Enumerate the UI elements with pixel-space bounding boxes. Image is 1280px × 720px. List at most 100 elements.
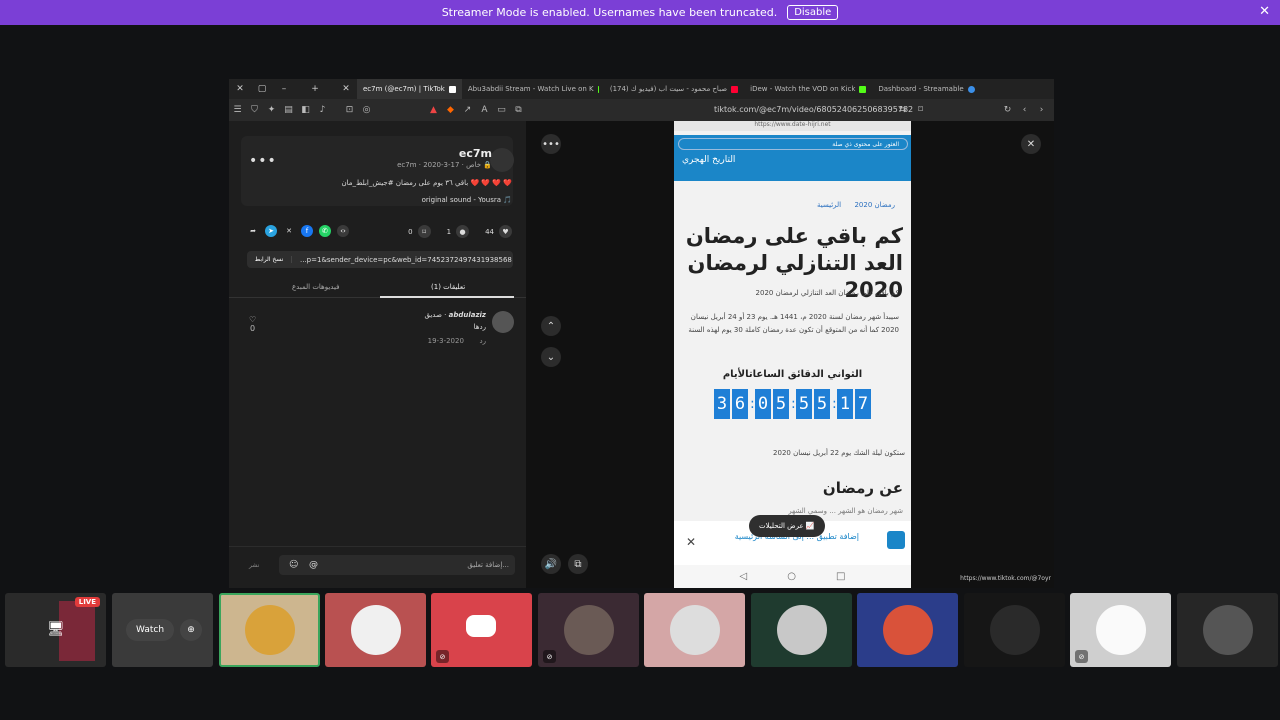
browser-toolbar: ☰ ⛉ ✦ ▤ ◧ ♪ ⊡ ◎ ▲ ◆ ↗ A ▭ ⧉ tiktok.com/@… xyxy=(229,99,1054,121)
participant-avatar xyxy=(563,605,614,655)
comment-tabs: فيديوهات المبدع تعليقات (1) xyxy=(229,281,526,298)
comment-placeholder: إضافة تعليق... xyxy=(467,561,509,569)
prev-video-icon[interactable]: ⌃ xyxy=(541,316,561,336)
window-maximize-icon[interactable]: ▢ xyxy=(251,84,273,94)
video-more-icon[interactable]: ••• xyxy=(541,134,561,154)
back-icon[interactable]: ‹ xyxy=(1016,105,1033,115)
translate-icon[interactable]: A xyxy=(476,105,493,115)
tab-creator-videos[interactable]: فيديوهات المبدع xyxy=(292,283,339,291)
window-close-icon[interactable]: ✕ xyxy=(229,84,251,94)
more-options-icon[interactable]: ••• xyxy=(249,153,277,169)
menu-icon[interactable]: ☰ xyxy=(229,105,246,115)
tiktok-profile-link: https://www.tiktok.com/@7oyr xyxy=(960,575,1051,582)
author-avatar[interactable] xyxy=(490,148,514,172)
tiktok-icon xyxy=(448,85,456,93)
copy-link-button[interactable]: نسخ الرابط xyxy=(247,256,292,263)
watch-tile[interactable]: Watch ⊕ xyxy=(112,593,213,667)
extension-icon[interactable]: ✦ xyxy=(263,105,280,115)
view-analytics-button[interactable]: عرض التحليلات 📈 xyxy=(749,515,825,537)
youtube-icon xyxy=(731,85,739,93)
facebook-icon[interactable]: f xyxy=(301,225,313,237)
tab-comments[interactable]: تعليقات (1) xyxy=(431,283,465,291)
participant-avatar xyxy=(989,605,1040,655)
participant-avatar xyxy=(244,605,295,655)
chat-icon[interactable]: ◎ xyxy=(358,105,375,115)
disable-button[interactable]: Disable xyxy=(787,5,839,20)
video-player: ••• ✕ ⌃ ⌄ 🔊 ⧉ https://www.date-hijri.net… xyxy=(526,121,1054,588)
participant-tile-9[interactable]: ⊘ xyxy=(1070,593,1171,667)
participant-tile-10[interactable] xyxy=(1177,593,1278,667)
whatsapp-icon[interactable]: ✆ xyxy=(319,225,331,237)
counter-separator: : xyxy=(832,396,837,412)
participant-tile-2[interactable] xyxy=(325,593,426,667)
pip-icon[interactable]: ⧉ xyxy=(510,105,527,115)
new-tab-icon[interactable]: + xyxy=(295,84,335,94)
participant-tile-discord[interactable]: ⊘ xyxy=(431,593,532,667)
warning-icon[interactable]: ▲ xyxy=(425,105,442,115)
live-badge: LIVE xyxy=(74,597,100,607)
participant-tile-8[interactable] xyxy=(964,593,1065,667)
post-button[interactable]: نشر xyxy=(249,562,259,569)
reload-icon[interactable]: ↻ xyxy=(999,105,1016,115)
participant-tile-7[interactable] xyxy=(857,593,958,667)
cast-icon[interactable]: ▭ xyxy=(493,105,510,115)
tab-kick-stream[interactable]: Abu3abdii Stream - Watch Live on K xyxy=(462,79,604,99)
shield-icon[interactable]: ⛉ xyxy=(246,105,263,115)
link-text[interactable]: ...p=1&sender_device=pc&web_id=745237249… xyxy=(292,256,512,264)
forward-icon[interactable]: › xyxy=(1033,105,1050,115)
volume-icon[interactable]: 🔊 xyxy=(541,554,561,574)
participant-tile-5[interactable] xyxy=(644,593,745,667)
tab-youtube[interactable]: (174) صباح محمود - سيت اب (فيديو ك xyxy=(604,79,744,99)
share-arrow-icon[interactable]: ➦ xyxy=(247,225,259,237)
site-text-line: شهر رمضان هو الشهر ... وسمي الشهر xyxy=(788,507,903,515)
comment-text: ردها xyxy=(473,323,486,331)
tabs-icon[interactable]: ▤ xyxy=(280,105,297,115)
stream-preview-tile[interactable]: LIVE 🖥 xyxy=(5,593,106,667)
commenter-name[interactable]: صديق · abdulaziz xyxy=(425,311,487,319)
author-subline: ec7m · 2020-3-17 · خاص 🔒 xyxy=(397,161,492,169)
post-sound[interactable]: original sound - Yousra 🎵 xyxy=(422,196,512,204)
participant-tile-6[interactable] xyxy=(751,593,852,667)
commenter-avatar[interactable] xyxy=(492,311,514,333)
counter-labels: الثواني الدقائق الساعاتالأيام xyxy=(722,369,863,380)
stats-row: 0 ⌑ 1 ● 44 ♥ xyxy=(408,225,512,238)
participant-tile-4[interactable]: ⊘ xyxy=(538,593,639,667)
reply-link[interactable]: رد xyxy=(480,337,487,345)
author-username[interactable]: ec7m xyxy=(459,147,492,160)
tab-close-icon[interactable]: ✕ xyxy=(335,84,357,94)
share-icon[interactable]: ↗ xyxy=(459,105,476,115)
tab-streamable[interactable]: Dashboard - Streamable xyxy=(872,79,980,99)
miniplayer-icon[interactable]: ⧉ xyxy=(568,554,588,574)
screenshot-icon[interactable]: ⊡ xyxy=(341,105,358,115)
nav-home-icon: ○ xyxy=(787,571,796,582)
mention-icon[interactable]: @ xyxy=(309,560,318,570)
watch-button[interactable]: Watch xyxy=(126,619,175,641)
telegram-icon[interactable]: ➤ xyxy=(265,225,277,237)
tab-kick-vod[interactable]: iDew - Watch the VOD on Kick xyxy=(744,79,872,99)
likes-stat[interactable]: 44 ♥ xyxy=(485,225,512,238)
comments-stat[interactable]: 1 ● xyxy=(447,225,470,238)
refresh-page-icon[interactable]: ⇆ xyxy=(894,105,911,115)
x-icon[interactable]: ✕ xyxy=(283,225,295,237)
watch-stream-icon[interactable]: ⊕ xyxy=(180,619,202,641)
bookmark-icon[interactable]: ⌑ xyxy=(912,105,929,115)
comment-like[interactable]: ♡ 0 xyxy=(249,315,256,333)
brave-icon[interactable]: ◆ xyxy=(442,105,459,115)
next-video-icon[interactable]: ⌄ xyxy=(541,347,561,367)
embed-icon[interactable]: ‹› xyxy=(337,225,349,237)
video-close-icon[interactable]: ✕ xyxy=(1021,134,1041,154)
address-bar[interactable]: tiktok.com/@ec7m/video/68052406250683957… xyxy=(714,105,913,114)
window-minimize-icon[interactable]: – xyxy=(273,84,295,94)
active-tab-underline xyxy=(380,296,514,298)
participant-tile-1[interactable] xyxy=(219,593,320,667)
saves-stat[interactable]: 0 ⌑ xyxy=(408,225,431,238)
banner-text: Streamer Mode is enabled. Usernames have… xyxy=(441,6,778,19)
tab-tiktok[interactable]: ec7m (@ec7m) | TikTok xyxy=(357,79,462,99)
comment-input[interactable]: ☺ @ إضافة تعليق... xyxy=(279,555,515,575)
emoji-icon[interactable]: ☺ xyxy=(289,560,298,570)
close-icon[interactable]: ✕ xyxy=(1259,4,1270,19)
sidebar-icon[interactable]: ◧ xyxy=(297,105,314,115)
music-icon[interactable]: ♪ xyxy=(314,105,331,115)
link-box: نسخ الرابط ...p=1&sender_device=pc&web_i… xyxy=(247,251,513,268)
counter-digit: 6 xyxy=(732,389,748,419)
